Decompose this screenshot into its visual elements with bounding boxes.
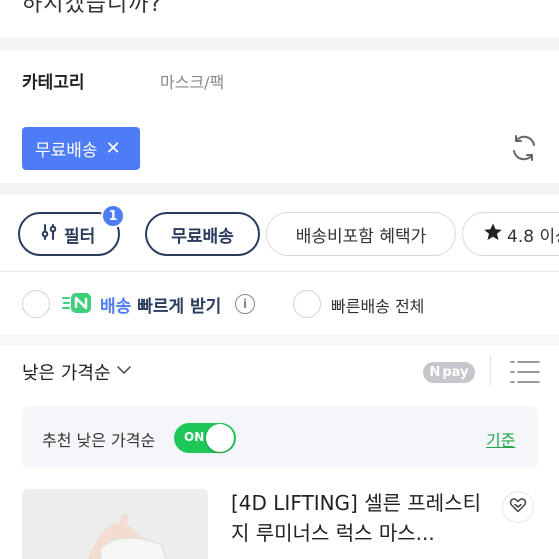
all-fast-delivery-label: 빠른배송 전체 <box>331 297 425 316</box>
recommend-toggle[interactable]: ON <box>174 423 236 453</box>
delivery-options-row: 배송 빠르게 받기 i 빠른배송 전체 <box>0 272 559 334</box>
filter-sliders-icon <box>40 223 58 246</box>
toggle-on-text: ON <box>184 430 205 444</box>
wishlist-button[interactable] <box>502 491 534 523</box>
section-divider <box>0 334 559 346</box>
all-fast-delivery-radio[interactable] <box>293 290 321 318</box>
recommend-sort-box: 추천 낮은 가격순 ON 기준 <box>22 406 538 468</box>
criteria-link[interactable]: 기준 <box>486 427 515 451</box>
fast-delivery-suffix: 빠르게 받기 <box>137 297 222 317</box>
product-title[interactable]: [4D LIFTING] 셀른 프레스티지 루미너스 럭스 마스... <box>231 488 481 548</box>
toggle-knob <box>206 424 234 452</box>
filter-pill-row: 필터 1 무료배송 배송비포함 혜택가 4.8 이상 <box>0 195 559 271</box>
section-divider <box>0 38 559 50</box>
filter-count-badge: 1 <box>101 204 125 228</box>
info-icon[interactable]: i <box>235 294 255 314</box>
star-icon <box>483 222 503 247</box>
chevron-down-icon <box>115 361 133 384</box>
product-thumbnail[interactable] <box>22 489 208 559</box>
active-filter-chip[interactable]: 무료배송 ✕ <box>22 127 140 170</box>
sort-dropdown[interactable]: 낮은 가격순 <box>22 359 133 385</box>
npay-filter-button[interactable]: N pay <box>423 362 475 383</box>
fast-delivery-label: 배송 빠르게 받기 <box>100 292 221 317</box>
vertical-divider <box>490 356 491 386</box>
recommend-sort-label: 추천 낮은 가격순 <box>42 431 156 450</box>
fast-delivery-prefix: 배송 <box>100 297 132 317</box>
category-value[interactable]: 마스크/팩 <box>160 69 224 93</box>
sort-row: 낮은 가격순 N pay <box>0 346 559 400</box>
fast-delivery-radio[interactable] <box>22 290 50 318</box>
sort-dropdown-label: 낮은 가격순 <box>22 363 111 384</box>
top-question-text: 하시겠습니까? <box>0 0 559 38</box>
category-filter-panel: 카테고리 마스크/팩 무료배송 ✕ <box>0 50 559 183</box>
rating-pill[interactable]: 4.8 이상 <box>462 212 559 256</box>
free-shipping-pill[interactable]: 무료배송 <box>145 212 260 256</box>
naver-n-icon <box>62 292 92 314</box>
refresh-icon[interactable] <box>508 132 540 164</box>
section-divider <box>0 183 559 195</box>
rating-pill-label: 4.8 이상 <box>507 226 559 247</box>
category-label: 카테고리 <box>22 73 85 93</box>
list-view-icon[interactable] <box>509 359 541 385</box>
npay-label: pay <box>442 365 469 380</box>
active-filter-label: 무료배송 <box>35 141 98 161</box>
filter-button-label: 필터 <box>64 226 96 247</box>
bundle-shipping-pill[interactable]: 배송비포함 혜택가 <box>266 212 456 256</box>
question-label: 하시겠습니까? <box>22 0 163 17</box>
heart-icon <box>509 497 527 517</box>
npay-n-icon: N <box>429 365 441 380</box>
close-icon[interactable]: ✕ <box>106 138 121 159</box>
